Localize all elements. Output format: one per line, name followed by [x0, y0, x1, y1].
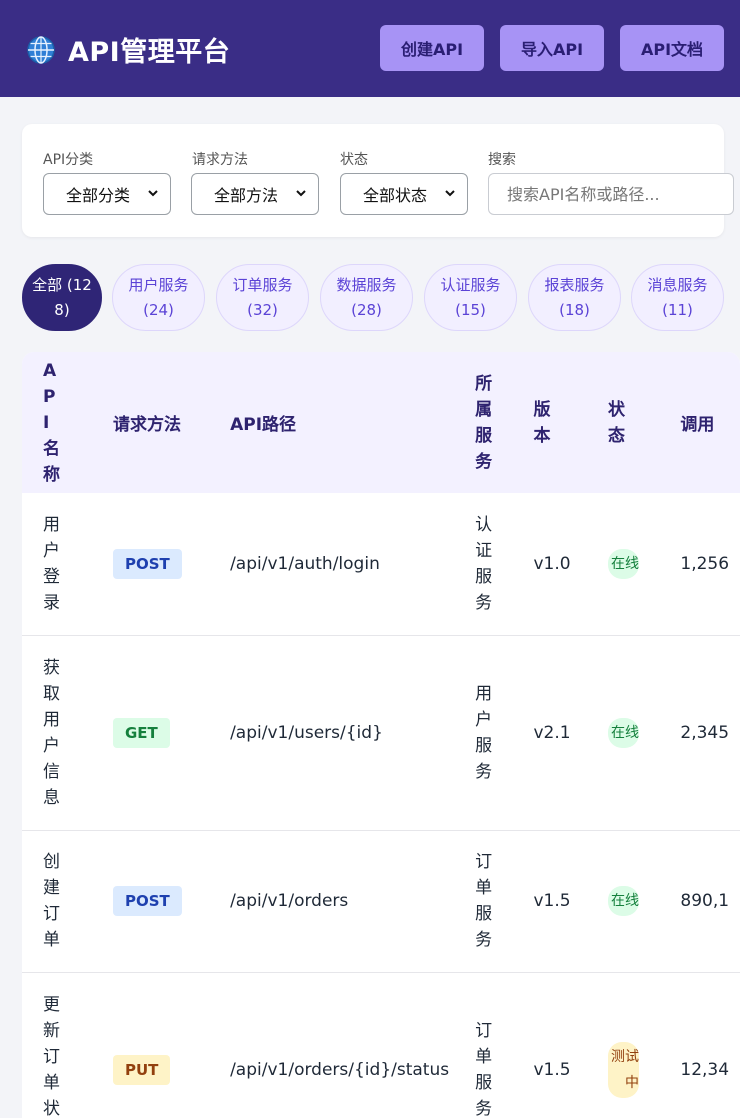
search-input[interactable] [505, 184, 709, 205]
col-header-service: 所属服务 [475, 373, 493, 472]
table-header-row: API名称 请求方法 API路径 所属服务 版本 状态 调用 [22, 352, 740, 493]
call-count: 890,1 [680, 891, 730, 911]
api-version: v1.0 [533, 553, 571, 574]
chip-order-service[interactable]: 订单服务 (32) [216, 264, 309, 331]
method-badge: POST [112, 548, 182, 579]
chip-all-label: 全部 (128) [32, 275, 92, 319]
chip-auth-service-label: 认证服务 (15) [440, 275, 501, 319]
api-name: 获取用户信息 [43, 657, 60, 808]
col-header-version: 版本 [533, 399, 551, 446]
api-docs-button[interactable]: API文档 [620, 25, 724, 71]
col-header-path: API路径 [230, 415, 297, 435]
status-select-value: 全部状态 [362, 186, 427, 205]
category-select[interactable]: 全部分类 [43, 173, 171, 215]
search-box [488, 173, 734, 215]
category-select-value: 全部分类 [65, 186, 130, 205]
api-version: v1.5 [533, 1060, 571, 1080]
filter-panel: API分类 全部分类 请求方法 全部方法 状态 全部状态 搜索 [22, 124, 734, 237]
brand: API管理平台 [26, 30, 230, 69]
api-name: 创建订单 [43, 852, 60, 950]
col-header-calls: 调用 [680, 415, 715, 435]
api-path: /api/v1/orders [230, 891, 349, 911]
service-name: 订单服务 [475, 1021, 493, 1118]
call-count: 12,34 [680, 1060, 730, 1080]
chip-message-service[interactable]: 消息服务 (11) [631, 264, 724, 331]
chevron-down-icon [148, 190, 158, 197]
api-path: /api/v1/auth/login [230, 553, 380, 574]
method-badge: POST [112, 886, 182, 916]
service-name: 认证服务 [475, 514, 493, 613]
api-name: 用户登录 [43, 514, 60, 613]
chevron-down-icon [296, 190, 306, 197]
chip-user-service[interactable]: 用户服务 (24) [112, 264, 205, 331]
chevron-down-icon [445, 190, 455, 197]
chip-message-service-label: 消息服务 (11) [647, 275, 708, 319]
method-select[interactable]: 全部方法 [191, 173, 319, 215]
app-title: API管理平台 [68, 37, 231, 68]
status-select[interactable]: 全部状态 [340, 173, 468, 215]
method-badge: PUT [112, 1055, 171, 1085]
api-version: v2.1 [533, 722, 571, 743]
table-row[interactable]: 创建订单 POST /api/v1/orders 订单服务 v1.5 在线 89… [22, 830, 740, 972]
method-select-value: 全部方法 [213, 186, 278, 205]
app-header: API管理平台 创建API 导入API API文档 [0, 0, 740, 97]
chip-auth-service[interactable]: 认证服务 (15) [424, 264, 517, 331]
api-table-container: API名称 请求方法 API路径 所属服务 版本 状态 调用 用户登录 POST… [22, 352, 740, 1118]
chip-report-service-label: 报表服务 (18) [544, 275, 605, 319]
method-filter-label: 请求方法 [192, 152, 248, 168]
status-badge: 在线 [608, 548, 640, 579]
status-badge: 在线 [608, 886, 640, 916]
table-row[interactable]: 更新订单状态 PUT /api/v1/orders/{id}/status 订单… [22, 972, 740, 1118]
table-row[interactable]: 获取用户信息 GET /api/v1/users/{id} 用户服务 v2.1 … [22, 635, 740, 830]
col-header-status: 状态 [608, 399, 626, 446]
api-version: v1.5 [533, 891, 571, 911]
chip-report-service[interactable]: 报表服务 (18) [528, 264, 621, 331]
globe-icon [27, 35, 55, 64]
api-path: /api/v1/users/{id} [230, 722, 383, 743]
api-path: /api/v1/orders/{id}/status [230, 1060, 450, 1080]
create-api-button[interactable]: 创建API [380, 25, 484, 71]
call-count: 1,256 [680, 553, 730, 574]
call-count: 2,345 [680, 722, 730, 743]
col-header-method: 请求方法 [112, 415, 181, 435]
category-filter-label: API分类 [43, 152, 94, 168]
status-filter-label: 状态 [340, 152, 368, 168]
status-badge: 在线 [608, 717, 640, 748]
chip-data-service[interactable]: 数据服务 (28) [320, 264, 413, 331]
chip-user-service-label: 用户服务 (24) [128, 275, 189, 319]
import-api-button[interactable]: 导入API [500, 25, 604, 71]
table-row[interactable]: 用户登录 POST /api/v1/auth/login 认证服务 v1.0 在… [22, 493, 740, 635]
api-name: 更新订单状态 [43, 995, 60, 1118]
service-name: 订单服务 [475, 852, 493, 950]
chip-all[interactable]: 全部 (128) [22, 264, 102, 331]
method-badge: GET [112, 717, 170, 748]
status-badge: 测试中 [608, 1042, 640, 1098]
search-label: 搜索 [488, 152, 516, 168]
chip-order-service-label: 订单服务 (32) [232, 275, 293, 319]
chip-data-service-label: 数据服务 (28) [336, 275, 397, 319]
service-name: 用户服务 [475, 683, 493, 782]
api-table: API名称 请求方法 API路径 所属服务 版本 状态 调用 用户登录 POST… [22, 352, 740, 1118]
col-header-name: API名称 [43, 360, 60, 485]
